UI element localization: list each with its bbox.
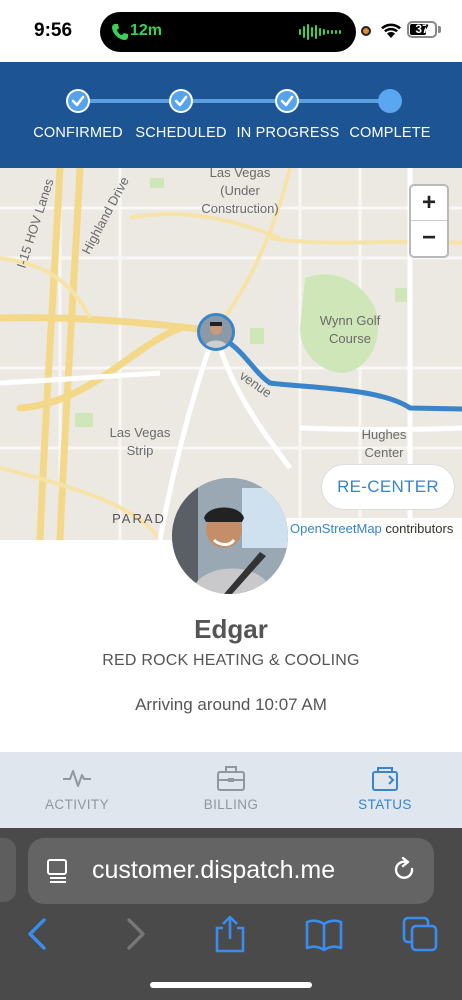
step-confirmed-node: [66, 89, 90, 113]
wifi-icon: [381, 23, 401, 38]
home-indicator[interactable]: [150, 982, 312, 988]
bookmarks-icon[interactable]: [304, 914, 344, 954]
technician-photo-icon: [172, 478, 288, 594]
technician-location-marker[interactable]: [197, 313, 235, 351]
map-label-hughes-center: Hughes Center: [361, 427, 407, 460]
map-label-paradise: PARAD: [112, 511, 166, 526]
battery-icon: 37: [407, 21, 437, 38]
back-icon[interactable]: [20, 914, 60, 954]
progress-line: [78, 99, 390, 103]
address-bar[interactable]: customer.dispatch.me: [28, 838, 434, 904]
job-progress-bar: CONFIRMED SCHEDULED IN PROGRESS COMPLETE: [0, 62, 462, 168]
map-attribution: OpenStreetMap contributors: [286, 518, 462, 540]
step-label-in-progress: IN PROGRESS: [236, 125, 340, 141]
audio-wave-icon: [299, 24, 341, 40]
briefcase-icon: [217, 766, 245, 791]
step-in-progress-node: [275, 89, 299, 113]
tabs-icon[interactable]: [400, 914, 440, 954]
technician-avatar: [172, 478, 288, 594]
page-settings-icon[interactable]: [46, 858, 70, 884]
browser-chrome: customer.dispatch.me: [0, 828, 462, 1000]
recording-indicator-icon: [361, 26, 371, 36]
openstreetmap-link[interactable]: OpenStreetMap: [290, 521, 382, 536]
status-icon: [372, 767, 398, 791]
technician-name: Edgar: [194, 614, 268, 644]
zoom-out-button[interactable]: −: [411, 221, 447, 256]
battery-level: 37: [415, 22, 429, 36]
map-label-las-vegas-strip: Las Vegas Strip: [109, 425, 171, 458]
status-bar: 9:56 12m 37: [0, 0, 462, 62]
forward-icon[interactable]: [115, 914, 155, 954]
check-icon: [280, 95, 294, 107]
map-label-las-vegas-construction: Las Vegas (Under Construction): [201, 168, 279, 216]
tab-billing[interactable]: BILLING: [154, 752, 308, 828]
previous-tab-peek[interactable]: [0, 838, 16, 902]
tab-activity-label: ACTIVITY: [45, 797, 109, 812]
map-zoom-control: + −: [409, 184, 449, 258]
bottom-tab-bar: ACTIVITY BILLING STATUS: [0, 752, 462, 828]
check-icon: [174, 95, 188, 107]
step-label-complete: COMPLETE: [349, 125, 431, 141]
tab-status-label: STATUS: [358, 797, 412, 812]
reload-icon[interactable]: [392, 857, 418, 885]
recenter-button[interactable]: RE-CENTER: [321, 464, 455, 510]
status-time: 9:56: [34, 20, 73, 41]
activity-icon: [63, 770, 91, 787]
company-name: RED ROCK HEATING & COOLING: [102, 652, 360, 669]
check-icon: [71, 95, 85, 107]
step-label-confirmed: CONFIRMED: [33, 125, 123, 141]
step-scheduled-node: [169, 89, 193, 113]
technician-marker-photo-icon: [200, 316, 232, 348]
dynamic-island[interactable]: 12m: [100, 12, 356, 52]
tab-status[interactable]: STATUS: [308, 752, 462, 828]
tab-billing-label: BILLING: [203, 797, 259, 812]
step-label-scheduled: SCHEDULED: [135, 125, 227, 141]
url-text: customer.dispatch.me: [92, 856, 336, 884]
tab-activity[interactable]: ACTIVITY: [0, 752, 154, 828]
arrival-eta: Arriving around 10:07 AM: [135, 695, 327, 714]
map-label-wynn-golf: Wynn Golf Course: [319, 313, 381, 346]
step-complete-node: [378, 89, 402, 113]
zoom-in-button[interactable]: +: [411, 186, 447, 221]
share-icon[interactable]: [210, 914, 250, 954]
phone-call-icon: [112, 24, 128, 40]
attribution-text: contributors: [381, 521, 454, 536]
call-duration: 12m: [130, 22, 163, 39]
